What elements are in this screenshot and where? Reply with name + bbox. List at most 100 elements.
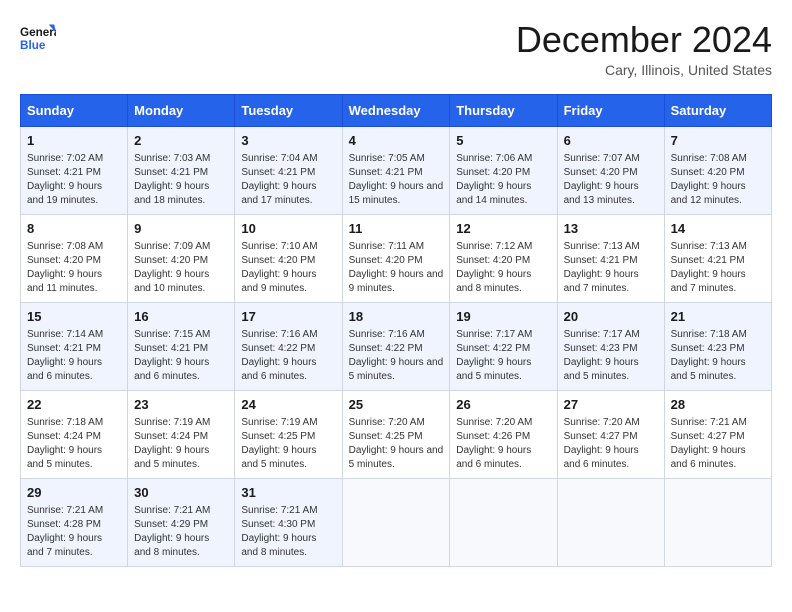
day-number: 1: [27, 132, 121, 151]
day-number: 19: [456, 308, 550, 327]
day-number: 5: [456, 132, 550, 151]
day-number: 13: [564, 220, 658, 239]
day-cell: 5Sunrise: 7:06 AMSunset: 4:20 PMDaylight…: [450, 126, 557, 214]
day-number: 30: [134, 484, 228, 503]
day-info: Sunrise: 7:13 AMSunset: 4:21 PMDaylight:…: [671, 240, 765, 296]
day-cell: 25Sunrise: 7:20 AMSunset: 4:25 PMDayligh…: [342, 390, 450, 478]
month-title: December 2024: [516, 20, 772, 60]
day-cell: [557, 478, 664, 566]
day-info: Sunrise: 7:09 AMSunset: 4:20 PMDaylight:…: [134, 240, 228, 296]
day-info: Sunrise: 7:03 AMSunset: 4:21 PMDaylight:…: [134, 152, 228, 208]
day-info: Sunrise: 7:21 AMSunset: 4:29 PMDaylight:…: [134, 504, 228, 560]
location: Cary, Illinois, United States: [516, 62, 772, 78]
day-number: 9: [134, 220, 228, 239]
day-number: 6: [564, 132, 658, 151]
day-cell: [450, 478, 557, 566]
day-cell: 12Sunrise: 7:12 AMSunset: 4:20 PMDayligh…: [450, 214, 557, 302]
week-row-5: 29Sunrise: 7:21 AMSunset: 4:28 PMDayligh…: [21, 478, 772, 566]
day-cell: 9Sunrise: 7:09 AMSunset: 4:20 PMDaylight…: [128, 214, 235, 302]
svg-text:Blue: Blue: [20, 39, 46, 52]
day-number: 16: [134, 308, 228, 327]
day-cell: 26Sunrise: 7:20 AMSunset: 4:26 PMDayligh…: [450, 390, 557, 478]
day-cell: 28Sunrise: 7:21 AMSunset: 4:27 PMDayligh…: [664, 390, 771, 478]
day-info: Sunrise: 7:17 AMSunset: 4:23 PMDaylight:…: [564, 328, 658, 384]
day-cell: 13Sunrise: 7:13 AMSunset: 4:21 PMDayligh…: [557, 214, 664, 302]
day-number: 27: [564, 396, 658, 415]
day-info: Sunrise: 7:07 AMSunset: 4:20 PMDaylight:…: [564, 152, 658, 208]
day-number: 29: [27, 484, 121, 503]
day-number: 10: [241, 220, 335, 239]
day-number: 28: [671, 396, 765, 415]
day-info: Sunrise: 7:12 AMSunset: 4:20 PMDaylight:…: [456, 240, 550, 296]
day-info: Sunrise: 7:17 AMSunset: 4:22 PMDaylight:…: [456, 328, 550, 384]
day-cell: 6Sunrise: 7:07 AMSunset: 4:20 PMDaylight…: [557, 126, 664, 214]
week-row-3: 15Sunrise: 7:14 AMSunset: 4:21 PMDayligh…: [21, 302, 772, 390]
day-cell: 1Sunrise: 7:02 AMSunset: 4:21 PMDaylight…: [21, 126, 128, 214]
logo-icon: General Blue: [20, 20, 56, 56]
header-thursday: Thursday: [450, 94, 557, 126]
day-info: Sunrise: 7:08 AMSunset: 4:20 PMDaylight:…: [671, 152, 765, 208]
day-info: Sunrise: 7:15 AMSunset: 4:21 PMDaylight:…: [134, 328, 228, 384]
day-cell: 24Sunrise: 7:19 AMSunset: 4:25 PMDayligh…: [235, 390, 342, 478]
week-row-2: 8Sunrise: 7:08 AMSunset: 4:20 PMDaylight…: [21, 214, 772, 302]
day-info: Sunrise: 7:13 AMSunset: 4:21 PMDaylight:…: [564, 240, 658, 296]
day-info: Sunrise: 7:04 AMSunset: 4:21 PMDaylight:…: [241, 152, 335, 208]
day-number: 17: [241, 308, 335, 327]
day-cell: 23Sunrise: 7:19 AMSunset: 4:24 PMDayligh…: [128, 390, 235, 478]
day-number: 8: [27, 220, 121, 239]
day-info: Sunrise: 7:10 AMSunset: 4:20 PMDaylight:…: [241, 240, 335, 296]
day-cell: 22Sunrise: 7:18 AMSunset: 4:24 PMDayligh…: [21, 390, 128, 478]
day-number: 3: [241, 132, 335, 151]
day-number: 26: [456, 396, 550, 415]
day-cell: 14Sunrise: 7:13 AMSunset: 4:21 PMDayligh…: [664, 214, 771, 302]
day-cell: 11Sunrise: 7:11 AMSunset: 4:20 PMDayligh…: [342, 214, 450, 302]
header-friday: Friday: [557, 94, 664, 126]
day-cell: 4Sunrise: 7:05 AMSunset: 4:21 PMDaylight…: [342, 126, 450, 214]
day-info: Sunrise: 7:11 AMSunset: 4:20 PMDaylight:…: [349, 240, 444, 296]
svg-text:General: General: [20, 26, 56, 39]
day-number: 23: [134, 396, 228, 415]
day-number: 15: [27, 308, 121, 327]
day-info: Sunrise: 7:18 AMSunset: 4:23 PMDaylight:…: [671, 328, 765, 384]
day-number: 24: [241, 396, 335, 415]
day-info: Sunrise: 7:19 AMSunset: 4:24 PMDaylight:…: [134, 416, 228, 472]
day-cell: 3Sunrise: 7:04 AMSunset: 4:21 PMDaylight…: [235, 126, 342, 214]
calendar-table: SundayMondayTuesdayWednesdayThursdayFrid…: [20, 94, 772, 567]
day-cell: 7Sunrise: 7:08 AMSunset: 4:20 PMDaylight…: [664, 126, 771, 214]
day-info: Sunrise: 7:16 AMSunset: 4:22 PMDaylight:…: [349, 328, 444, 384]
day-number: 25: [349, 396, 444, 415]
day-info: Sunrise: 7:14 AMSunset: 4:21 PMDaylight:…: [27, 328, 121, 384]
day-number: 22: [27, 396, 121, 415]
day-number: 18: [349, 308, 444, 327]
calendar-header: SundayMondayTuesdayWednesdayThursdayFrid…: [21, 94, 772, 126]
day-number: 2: [134, 132, 228, 151]
day-cell: 27Sunrise: 7:20 AMSunset: 4:27 PMDayligh…: [557, 390, 664, 478]
day-cell: 29Sunrise: 7:21 AMSunset: 4:28 PMDayligh…: [21, 478, 128, 566]
title-area: December 2024 Cary, Illinois, United Sta…: [516, 20, 772, 78]
day-info: Sunrise: 7:21 AMSunset: 4:28 PMDaylight:…: [27, 504, 121, 560]
header-monday: Monday: [128, 94, 235, 126]
day-info: Sunrise: 7:08 AMSunset: 4:20 PMDaylight:…: [27, 240, 121, 296]
day-number: 31: [241, 484, 335, 503]
day-info: Sunrise: 7:20 AMSunset: 4:25 PMDaylight:…: [349, 416, 444, 472]
day-info: Sunrise: 7:21 AMSunset: 4:30 PMDaylight:…: [241, 504, 335, 560]
day-cell: 19Sunrise: 7:17 AMSunset: 4:22 PMDayligh…: [450, 302, 557, 390]
day-info: Sunrise: 7:19 AMSunset: 4:25 PMDaylight:…: [241, 416, 335, 472]
day-number: 21: [671, 308, 765, 327]
day-number: 20: [564, 308, 658, 327]
day-info: Sunrise: 7:16 AMSunset: 4:22 PMDaylight:…: [241, 328, 335, 384]
day-cell: 2Sunrise: 7:03 AMSunset: 4:21 PMDaylight…: [128, 126, 235, 214]
day-info: Sunrise: 7:02 AMSunset: 4:21 PMDaylight:…: [27, 152, 121, 208]
day-cell: 20Sunrise: 7:17 AMSunset: 4:23 PMDayligh…: [557, 302, 664, 390]
week-row-4: 22Sunrise: 7:18 AMSunset: 4:24 PMDayligh…: [21, 390, 772, 478]
day-info: Sunrise: 7:05 AMSunset: 4:21 PMDaylight:…: [349, 152, 444, 208]
day-cell: 21Sunrise: 7:18 AMSunset: 4:23 PMDayligh…: [664, 302, 771, 390]
day-cell: 31Sunrise: 7:21 AMSunset: 4:30 PMDayligh…: [235, 478, 342, 566]
day-cell: 8Sunrise: 7:08 AMSunset: 4:20 PMDaylight…: [21, 214, 128, 302]
day-cell: 15Sunrise: 7:14 AMSunset: 4:21 PMDayligh…: [21, 302, 128, 390]
day-number: 4: [349, 132, 444, 151]
day-info: Sunrise: 7:20 AMSunset: 4:26 PMDaylight:…: [456, 416, 550, 472]
day-cell: [342, 478, 450, 566]
day-info: Sunrise: 7:18 AMSunset: 4:24 PMDaylight:…: [27, 416, 121, 472]
day-cell: 17Sunrise: 7:16 AMSunset: 4:22 PMDayligh…: [235, 302, 342, 390]
